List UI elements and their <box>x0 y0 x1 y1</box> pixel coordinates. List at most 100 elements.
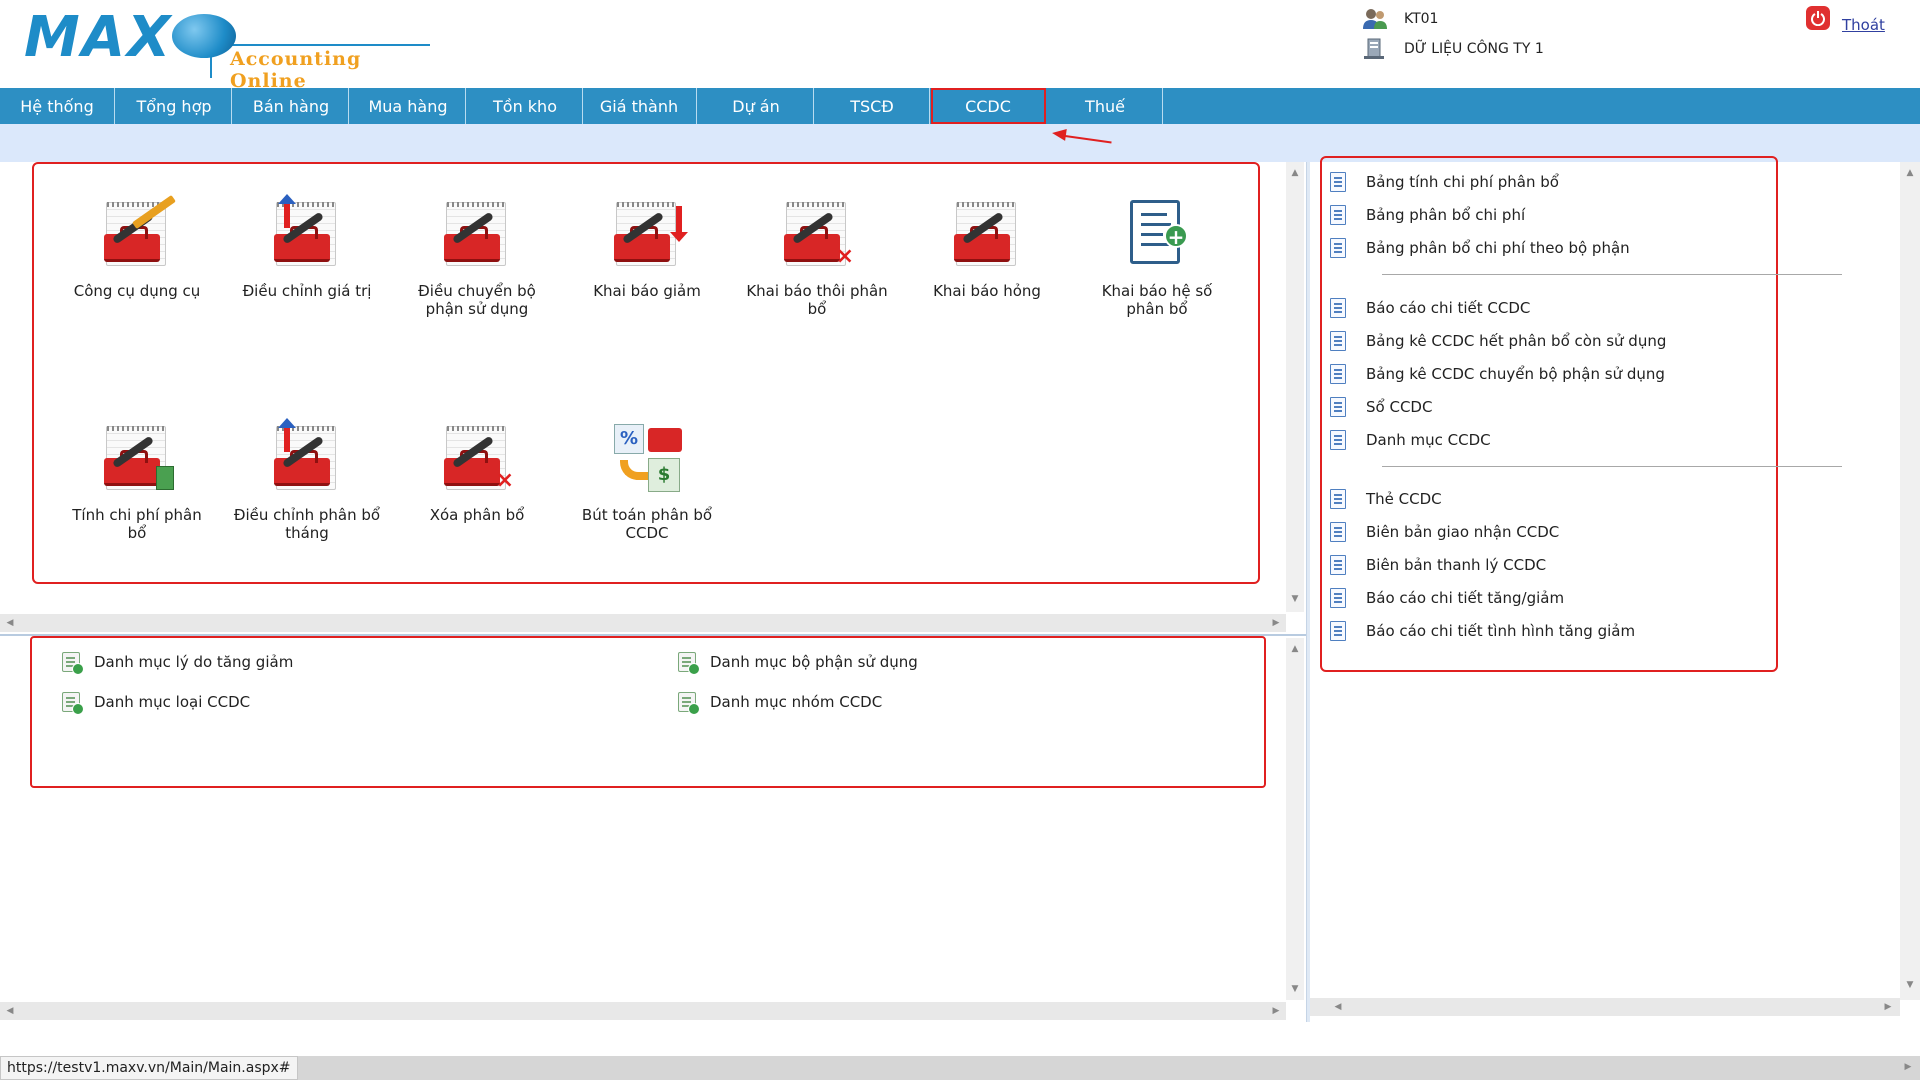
catalog-panel-vscroll[interactable] <box>1286 638 1304 1000</box>
catalog-label: Danh mục lý do tăng giảm <box>94 653 294 671</box>
tile-cong-cu-dung-cu[interactable]: Công cụ dụng cụ <box>62 194 212 300</box>
report-so-ccdc[interactable]: Sổ CCDC <box>1330 397 1432 417</box>
scroll-up-icon[interactable]: ▲ <box>1287 644 1303 654</box>
report-phan-bo-theo-bo-phan[interactable]: Bảng phân bổ chi phí theo bộ phận <box>1330 238 1630 258</box>
catalog-icon <box>62 692 84 715</box>
report-label: Thẻ CCDC <box>1366 490 1442 508</box>
tile-tinh-chi-phi-phan-bo[interactable]: Tính chi phí phân bổ <box>62 422 212 542</box>
report-bao-cao-chi-tiet-ccdc[interactable]: Báo cáo chi tiết CCDC <box>1330 298 1530 318</box>
report-label: Sổ CCDC <box>1366 398 1433 416</box>
status-url: https://testv1.maxv.vn/Main/Main.aspx# <box>0 1056 298 1080</box>
tile-khai-bao-thoi-phan-bo[interactable]: × Khai báo thôi phân bổ <box>742 198 892 318</box>
nav-thue[interactable]: Thuế <box>1048 88 1163 124</box>
app-header: MAX Accounting Online KT01 DỮ LIỆU CÔNG … <box>0 0 1920 92</box>
scroll-right-icon[interactable]: ▶ <box>1900 1062 1916 1072</box>
scroll-left-icon[interactable]: ◀ <box>2 618 18 628</box>
function-panel-hscroll[interactable] <box>0 614 1286 632</box>
toolbox-pencil-icon <box>100 194 176 272</box>
report-label: Bảng kê CCDC hết phân bổ còn sử dụng <box>1366 332 1667 350</box>
scroll-right-icon[interactable]: ▶ <box>1268 618 1284 628</box>
tile-khai-bao-he-so[interactable]: + Khai báo hệ số phân bổ <box>1082 198 1232 318</box>
scroll-up-icon[interactable]: ▲ <box>1902 168 1918 178</box>
nav-tong-hop[interactable]: Tổng hợp <box>117 88 232 124</box>
catalog-nhom-ccdc[interactable]: Danh mục nhóm CCDC <box>678 692 882 715</box>
annotation-arrow-head <box>1051 127 1067 141</box>
vertical-splitter[interactable] <box>1306 162 1310 1022</box>
nav-tscd[interactable]: TSCĐ <box>815 88 930 124</box>
report-icon <box>1330 238 1346 258</box>
catalog-bo-phan-su-dung[interactable]: Danh mục bộ phận sử dụng <box>678 652 918 675</box>
report-icon <box>1330 397 1346 417</box>
tile-label: Điều chuyển bộ phận sử dụng <box>418 282 536 318</box>
scroll-down-icon[interactable]: ▼ <box>1902 980 1918 990</box>
report-divider <box>1382 274 1842 275</box>
scroll-right-icon[interactable]: ▶ <box>1268 1006 1284 1016</box>
scroll-left-icon[interactable]: ◀ <box>1330 1002 1346 1012</box>
report-bang-phan-bo-chi-phi[interactable]: Bảng phân bổ chi phí <box>1330 205 1525 225</box>
tile-dieu-chinh-phan-bo-thang[interactable]: Điều chỉnh phân bổ tháng <box>232 418 382 542</box>
report-label: Biên bản thanh lý CCDC <box>1366 556 1547 574</box>
logo-globe-icon <box>172 14 236 58</box>
report-bang-tinh-chi-phi-phan-bo[interactable]: Bảng tính chi phí phân bổ <box>1330 172 1559 192</box>
tile-label: Tính chi phí phân bổ <box>72 506 202 542</box>
user-name: KT01 <box>1404 11 1439 27</box>
report-panel-vscroll[interactable] <box>1900 162 1920 1000</box>
toolbox-decrease-icon <box>610 198 688 272</box>
tile-dieu-chinh-gia-tri[interactable]: Điều chỉnh giá trị <box>232 194 382 300</box>
tile-label: Khai báo hệ số phân bổ <box>1101 282 1213 318</box>
scroll-down-icon[interactable]: ▼ <box>1287 984 1303 994</box>
report-danh-muc-ccdc[interactable]: Danh mục CCDC <box>1330 430 1491 450</box>
catalog-panel-hscroll[interactable] <box>0 1002 1286 1020</box>
logout[interactable]: Thoát <box>1806 2 1885 34</box>
report-icon <box>1330 172 1346 192</box>
nav-du-an[interactable]: Dự án <box>699 88 814 124</box>
nav-mua-hang[interactable]: Mua hàng <box>351 88 466 124</box>
nav-ccdc[interactable]: CCDC <box>931 88 1046 124</box>
tile-dieu-chuyen-bo-phan[interactable]: Điều chuyển bộ phận sử dụng <box>402 198 552 318</box>
tile-label: Bút toán phân bổ CCDC <box>581 506 713 542</box>
nav-gia-thanh[interactable]: Giá thành <box>582 88 697 124</box>
catalog-loai-ccdc[interactable]: Danh mục loại CCDC <box>62 692 250 715</box>
report-icon <box>1330 364 1346 384</box>
report-chi-tiet-tang-giam[interactable]: Báo cáo chi tiết tăng/giảm <box>1330 588 1564 608</box>
tile-label: Xóa phân bổ <box>429 506 525 524</box>
catalog-icon <box>678 652 700 675</box>
tile-khai-bao-giam[interactable]: Khai báo giảm <box>572 198 722 300</box>
nav-ton-kho[interactable]: Tồn kho <box>468 88 583 124</box>
nav-he-thong[interactable]: Hệ thống <box>0 88 115 124</box>
toolbox-adjust-month-icon <box>270 418 344 496</box>
scroll-down-icon[interactable]: ▼ <box>1287 594 1303 604</box>
report-chuyen-bo-phan-su-dung[interactable]: Bảng kê CCDC chuyển bộ phận sử dụng <box>1330 364 1665 384</box>
logout-link[interactable]: Thoát <box>1842 16 1885 34</box>
tile-but-toan-phan-bo[interactable]: % $ Bút toán phân bổ CCDC <box>572 422 722 542</box>
report-panel-hscroll[interactable] <box>1310 998 1900 1016</box>
report-label: Bảng kê CCDC chuyển bộ phận sử dụng <box>1366 365 1665 383</box>
document-plus-icon: + <box>1120 198 1194 272</box>
report-bien-ban-thanh-ly[interactable]: Biên bản thanh lý CCDC <box>1330 555 1546 575</box>
toolbox-transfer-icon <box>440 198 514 272</box>
report-bien-ban-giao-nhan[interactable]: Biên bản giao nhận CCDC <box>1330 522 1559 542</box>
tile-khai-bao-hong[interactable]: Khai báo hỏng <box>912 198 1062 300</box>
report-the-ccdc[interactable]: Thẻ CCDC <box>1330 489 1442 509</box>
toolbox-calculator-icon <box>100 422 174 496</box>
tile-label: Khai báo thôi phân bổ <box>746 282 888 318</box>
report-icon <box>1330 555 1346 575</box>
catalog-ly-do-tang-giam[interactable]: Danh mục lý do tăng giảm <box>62 652 294 675</box>
nav-ban-hang[interactable]: Bán hàng <box>234 88 349 124</box>
catalog-icon <box>678 692 700 715</box>
function-panel-vscroll[interactable] <box>1286 162 1304 612</box>
scroll-right-icon[interactable]: ▶ <box>1880 1002 1896 1012</box>
report-label: Danh mục CCDC <box>1366 431 1491 449</box>
report-label: Biên bản giao nhận CCDC <box>1366 523 1560 541</box>
max-logo: MAX Accounting Online <box>24 10 430 92</box>
report-het-phan-bo-con-su-dung[interactable]: Bảng kê CCDC hết phân bổ còn sử dụng <box>1330 331 1666 351</box>
power-icon[interactable] <box>1806 6 1830 30</box>
users-icon <box>1363 9 1387 29</box>
toolbox-broken-icon <box>950 198 1024 272</box>
scroll-left-icon[interactable]: ◀ <box>2 1006 18 1016</box>
scroll-up-icon[interactable]: ▲ <box>1287 168 1303 178</box>
report-tinh-hinh-tang-giam[interactable]: Báo cáo chi tiết tình hình tăng giảm <box>1330 621 1635 641</box>
report-label: Bảng phân bổ chi phí theo bộ phận <box>1366 239 1630 257</box>
tile-xoa-phan-bo[interactable]: × Xóa phân bổ <box>402 422 552 524</box>
tile-label: Khai báo giảm <box>593 282 701 300</box>
